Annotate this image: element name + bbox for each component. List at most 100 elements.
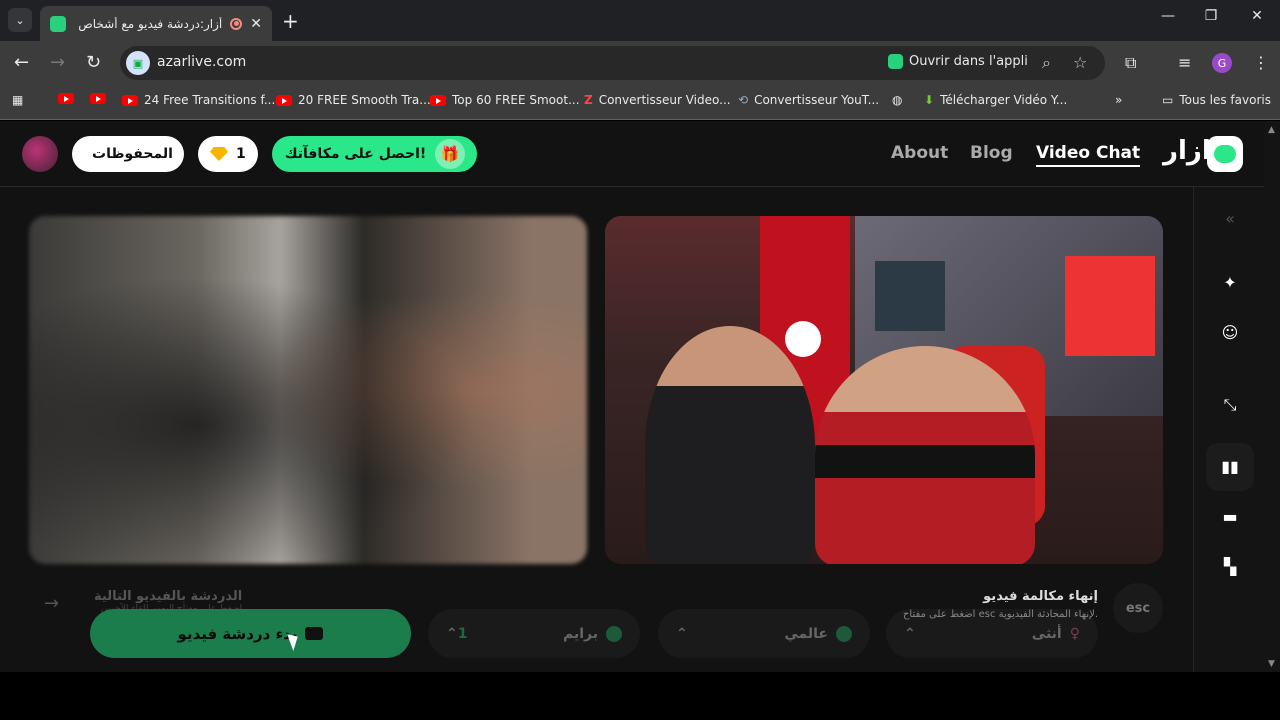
end-call-sub: اضغط على مفتاح esc لإنهاء المحادثة الفيد…: [902, 609, 1098, 620]
browser-tabstrip: ⌄ أزار:دردشة فيديو مع أشخاص ✕ + — ❐ ✕: [0, 0, 1280, 41]
window-close-icon[interactable]: ✕: [1234, 8, 1280, 24]
bookmark-youtube-2[interactable]: [90, 93, 106, 104]
premium-label: برايم: [563, 625, 598, 642]
face-filter-icon[interactable]: ☺: [1219, 321, 1241, 343]
azar-logo-icon[interactable]: [1207, 136, 1243, 172]
youtube-icon: [430, 94, 446, 106]
person-right: [815, 346, 1035, 564]
more-bookmarks-icon[interactable]: »: [1115, 93, 1122, 107]
tab-title: أزار:دردشة فيديو مع أشخاص: [78, 16, 223, 31]
bookmark-item[interactable]: ⟲ Convertisseur YouT...: [738, 93, 879, 107]
url-text: azarlive.com: [157, 54, 247, 70]
bookmark-item[interactable]: Top 60 FREE Smoot...: [430, 93, 580, 107]
saved-button[interactable]: المحفوظات: [72, 136, 184, 172]
all-bookmarks[interactable]: ▭ Tous les favoris: [1162, 93, 1271, 107]
scroll-down-icon[interactable]: ▼: [1268, 659, 1275, 669]
collapse-chevron-icon[interactable]: «: [1219, 207, 1241, 229]
reload-icon[interactable]: ↻: [86, 52, 101, 73]
nav-video-chat[interactable]: Video Chat: [1036, 143, 1141, 167]
azar-favicon-icon: [50, 15, 66, 32]
grid-layout-icon[interactable]: ▚: [1219, 555, 1241, 577]
youtube-icon: [58, 93, 74, 104]
user-avatar[interactable]: [22, 136, 58, 172]
bookmarks-bar: ▦ 24 Free Transitions f... 20 FREE Smoot…: [0, 85, 1280, 120]
premium-count: 1: [457, 625, 468, 642]
person-left: [645, 326, 815, 564]
gender-label: أنثى: [1031, 625, 1062, 642]
azar-app-icon: [888, 54, 903, 69]
partner-video-blurred: [29, 216, 587, 564]
site-header: المحفوظات 1 احصل على مكافآتك! 🎁 About Bl…: [0, 121, 1264, 187]
tab-search-icon[interactable]: ⌄: [8, 8, 32, 32]
forward-icon[interactable]: →: [50, 52, 65, 73]
bookmark-item[interactable]: Z Convertisseur Video...: [584, 93, 731, 107]
gem-icon: [210, 147, 228, 161]
bookmark-label: Convertisseur Video...: [598, 93, 731, 107]
bookmark-label: Convertisseur YouT...: [754, 93, 880, 107]
converter-icon: ⟲: [738, 93, 749, 107]
gift-icon: 🎁: [435, 139, 465, 169]
extensions-icon[interactable]: ⧉: [1125, 53, 1136, 73]
youtube-icon: [122, 94, 138, 106]
gem-dot-icon: [606, 625, 622, 642]
end-call-title: إنهاء مكالمة فيديو: [983, 589, 1098, 604]
browser-tab[interactable]: أزار:دردشة فيديو مع أشخاص ✕: [40, 6, 272, 41]
esc-button[interactable]: esc: [1113, 583, 1163, 633]
nav-about[interactable]: About: [891, 143, 948, 163]
self-camera-video: [605, 216, 1163, 564]
gems-button[interactable]: 1: [198, 136, 258, 172]
all-bookmarks-label: Tous les favoris: [1179, 93, 1271, 107]
bookmark-label: Top 60 FREE Smoot...: [452, 93, 580, 107]
open-in-app-button[interactable]: Ouvrir dans l'appli: [888, 54, 1028, 69]
bookmark-item[interactable]: 20 FREE Smooth Tra...: [276, 93, 431, 107]
azar-page: المحفوظات 1 احصل على مكافآتك! 🎁 About Bl…: [0, 121, 1264, 672]
bookmark-item[interactable]: 24 Free Transitions f...: [122, 93, 275, 107]
start-label: بدء دردشة فيديو: [177, 624, 298, 643]
globe-icon: ◍: [892, 93, 903, 107]
bookmark-label: Télécharger Vidéo Y...: [940, 93, 1068, 107]
scroll-up-icon[interactable]: ▲: [1268, 125, 1275, 135]
chevron-up-icon: ⌃: [446, 625, 458, 642]
premium-filter[interactable]: ⌃ 1 برايم: [428, 609, 640, 658]
minimize-view-icon[interactable]: ⤡: [1219, 394, 1241, 416]
media-control-icon[interactable]: ≡: [1178, 53, 1191, 72]
minimize-icon[interactable]: —: [1145, 8, 1191, 24]
open-in-app-label: Ouvrir dans l'appli: [909, 54, 1028, 69]
bookmark-youtube-1[interactable]: [58, 93, 74, 104]
video-camera-icon: [305, 627, 324, 640]
menu-kebab-icon[interactable]: ⋮: [1253, 53, 1269, 72]
next-arrow-icon[interactable]: →: [44, 593, 59, 614]
bookmark-globe[interactable]: ◍: [892, 93, 902, 107]
globe-dot-icon: [836, 625, 852, 642]
download-arrow-icon: ⬇: [924, 93, 935, 107]
gems-count: 1: [236, 146, 246, 162]
taskbar-area: [0, 672, 1280, 720]
region-label: عالمي: [784, 625, 828, 642]
zoom-search-icon[interactable]: ⌕: [1042, 53, 1051, 73]
close-tab-icon[interactable]: ✕: [250, 16, 262, 32]
nav-blog[interactable]: Blog: [970, 143, 1013, 163]
magic-wand-icon[interactable]: ✦: [1219, 271, 1241, 293]
logo-text[interactable]: ازار: [1163, 136, 1211, 166]
youtube-icon: [90, 93, 106, 104]
next-chat-title: الدردشة بالفيديو التالية: [94, 589, 243, 604]
profile-avatar[interactable]: G: [1212, 53, 1232, 73]
back-icon[interactable]: ←: [14, 52, 29, 73]
start-video-chat-button[interactable]: بدء دردشة فيديو: [90, 609, 411, 658]
page-scrollbar[interactable]: ▲ ▼: [1264, 121, 1280, 672]
site-info-icon[interactable]: ▣: [126, 51, 150, 75]
folder-icon: ▭: [1162, 93, 1174, 107]
bookmark-item[interactable]: ⬇ Télécharger Vidéo Y...: [924, 93, 1067, 107]
side-toolbar: « ✦ ☺ ⤡ ▮▮ ▬ ▚: [1193, 187, 1264, 672]
bookmark-label: 20 FREE Smooth Tra...: [298, 93, 431, 107]
new-tab-icon[interactable]: +: [282, 9, 299, 33]
region-filter[interactable]: ⌃ عالمي: [658, 609, 870, 658]
chevron-up-icon: ⌃: [904, 625, 916, 642]
address-bar[interactable]: ▣ azarlive.com Ouvrir dans l'appli ⌕ ☆: [120, 46, 1105, 80]
restore-icon[interactable]: ❐: [1188, 8, 1234, 24]
bookmark-star-icon[interactable]: ☆: [1073, 53, 1087, 72]
stacked-layout-icon[interactable]: ▬: [1219, 505, 1241, 527]
youtube-icon: [276, 94, 292, 106]
apps-grid-icon[interactable]: ▦: [12, 93, 23, 107]
get-rewards-button[interactable]: احصل على مكافآتك! 🎁: [272, 136, 477, 172]
